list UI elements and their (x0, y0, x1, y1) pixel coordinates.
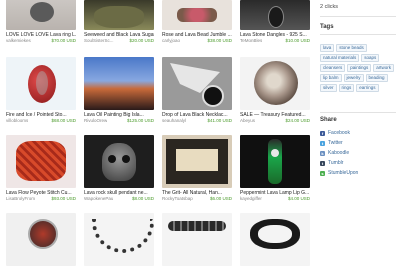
tag-cleansers[interactable]: cleansers (320, 64, 346, 72)
listing-card[interactable]: SALE — Treasury Featured... Abeyus $24.00… (240, 57, 310, 123)
listing-shop[interactable]: TeMonBles (240, 38, 262, 43)
tags-heading: Tags (320, 24, 334, 30)
listing-card[interactable]: Rose and Lava Bead Jumble ... carlyjoao $… (162, 0, 232, 43)
tag-lip-balm[interactable]: lip balm (320, 74, 342, 82)
listing-price: $10.00 USD (285, 38, 310, 43)
sidebar: 2 clicks Tags lava stone beads natural m… (320, 0, 400, 250)
divider (320, 34, 396, 35)
listing-image[interactable] (84, 213, 154, 266)
listing-image[interactable] (84, 57, 154, 110)
share-label[interactable]: Facebook (328, 130, 350, 136)
listing-image[interactable] (6, 135, 76, 188)
share-list: f Facebook t Twitter k Kaboodle t Tumblr… (320, 128, 400, 178)
listing-image[interactable] (6, 57, 76, 110)
listing-shop[interactable]: SoulSisterSc... (84, 38, 114, 43)
listing-shop[interactable]: carlyjoao (162, 38, 180, 43)
listing-shop[interactable]: RockyToatsbap (162, 196, 193, 201)
tag-artwork[interactable]: artwork (373, 64, 395, 72)
listing-shop[interactable]: LisaBrolyFrom (6, 196, 35, 201)
listing-shop[interactable]: seauhanalyl (162, 118, 186, 123)
listing-card[interactable]: The Grit- All Natural, Han... RockyToats… (162, 135, 232, 201)
listing-price: $20.00 USD (129, 38, 154, 43)
divider (320, 16, 396, 17)
tag-earrings[interactable]: earrings (356, 84, 379, 92)
share-kaboodle[interactable]: k Kaboodle (320, 148, 400, 158)
listing-price: $6.00 USD (209, 196, 232, 201)
listing-card[interactable]: Lava Stone Dangles - 925 S... TeMonBles $… (240, 0, 310, 43)
listing-price: $38.00 USD (207, 38, 232, 43)
listing-shop[interactable]: valkemiekes (6, 38, 31, 43)
share-label[interactable]: Twitter (328, 140, 343, 146)
listing-price: $93.00 USD (51, 196, 76, 201)
listing-image[interactable] (162, 0, 232, 30)
stumbleupon-icon: s (320, 170, 325, 176)
share-facebook[interactable]: f Facebook (320, 128, 400, 138)
listing-shop[interactable]: kayedgiffer (240, 196, 262, 201)
tag-soaps[interactable]: soaps (361, 54, 380, 62)
tumblr-icon: t (320, 160, 325, 166)
twitter-icon: t (320, 140, 325, 146)
share-heading: Share (320, 117, 337, 123)
listing-card[interactable] (6, 213, 76, 266)
listing-shop[interactable]: RivuloOrew (84, 118, 107, 123)
listing-card[interactable]: Peppermint Lava Lamp Lip G... kayedgiffe… (240, 135, 310, 201)
listing-shop[interactable]: Abeyus (240, 118, 255, 123)
listing-price: $70.00 USD (51, 38, 76, 43)
share-label[interactable]: StumbleUpon (328, 170, 358, 176)
tag-silver[interactable]: silver (320, 84, 337, 92)
listing-card[interactable]: Seeweed and Black Lava Sugar... SoulSist… (84, 0, 154, 43)
divider (320, 112, 396, 113)
listing-price: $125.00 USD (126, 118, 154, 123)
listing-image[interactable] (240, 135, 310, 188)
listing-card[interactable]: Lava Oil Painting Big Isla... RivuloOrew… (84, 57, 154, 123)
listing-card[interactable] (84, 213, 154, 266)
listing-price: $4.00 USD (287, 196, 310, 201)
share-label[interactable]: Kaboodle (328, 150, 349, 156)
share-label[interactable]: Tumblr (328, 160, 343, 166)
listing-card[interactable] (240, 213, 310, 266)
listing-image[interactable] (6, 213, 76, 266)
tag-jewelry[interactable]: jewelry (343, 74, 364, 82)
listing-price: $24.00 USD (285, 118, 310, 123)
listing-card[interactable]: Drop of Lava Black Necklac... seauhanaly… (162, 57, 232, 123)
listing-image[interactable] (84, 0, 154, 30)
listing-price: $68.00 USD (51, 118, 76, 123)
listing-card[interactable] (162, 213, 232, 266)
listing-image[interactable] (162, 57, 232, 110)
tag-list: lava stone beads natural materials soaps… (320, 44, 396, 92)
listing-image[interactable] (6, 0, 76, 30)
listing-price: $41.00 USD (207, 118, 232, 123)
listing-image[interactable] (84, 135, 154, 188)
facebook-icon: f (320, 130, 325, 136)
listing-image[interactable] (162, 213, 232, 266)
listing-image[interactable] (240, 57, 310, 110)
listing-card[interactable]: Lava rock skull pendant ne... WapokenePa… (84, 135, 154, 201)
tag-rings[interactable]: rings (338, 84, 355, 92)
listing-grid: LOVE LOVE LOVE Lava ring L... valkemieke… (6, 0, 310, 266)
tag-lava[interactable]: lava (320, 44, 335, 52)
listing-card[interactable]: Lava Flow Peyote Stitch Cu... LisaBrolyF… (6, 135, 76, 201)
listing-card[interactable]: Fire and Ice / Pointed Sto... villobloom… (6, 57, 76, 123)
listing-shop[interactable]: villoblooms (6, 118, 28, 123)
tag-beading[interactable]: beading (365, 74, 388, 82)
tag-natural-materials[interactable]: natural materials (320, 54, 360, 62)
listing-shop[interactable]: WapokenePau (84, 196, 113, 201)
share-tumblr[interactable]: t Tumblr (320, 158, 400, 168)
clicks-count: 2 clicks (320, 4, 339, 10)
tag-stone-beads[interactable]: stone beads (336, 44, 367, 52)
listing-price: $8.00 USD (131, 196, 154, 201)
share-stumbleupon[interactable]: s StumbleUpon (320, 168, 400, 178)
listing-image[interactable] (240, 213, 310, 266)
listing-image[interactable] (162, 135, 232, 188)
tag-paintings[interactable]: paintings (347, 64, 372, 72)
kaboodle-icon: k (320, 150, 325, 156)
listing-card[interactable]: LOVE LOVE LOVE Lava ring L... valkemieke… (6, 0, 76, 43)
listing-image[interactable] (240, 0, 310, 30)
share-twitter[interactable]: t Twitter (320, 138, 400, 148)
